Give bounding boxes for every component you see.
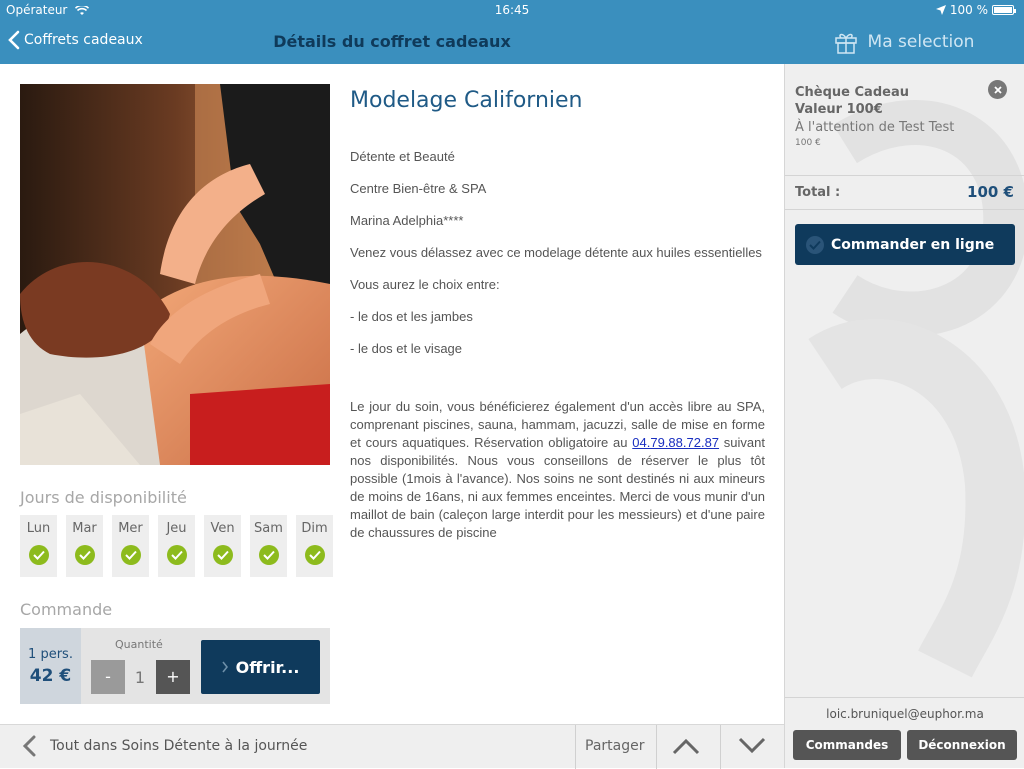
share-button[interactable]: Partager <box>585 738 644 754</box>
order-online-label: Commander en ligne <box>831 236 995 253</box>
check-icon <box>74 545 95 565</box>
orders-button[interactable]: Commandes <box>793 730 901 760</box>
day-label: Jeu <box>166 521 187 536</box>
category-back-button[interactable]: Tout dans Soins Détente à la journée <box>22 735 307 757</box>
bottom-toolbar: Tout dans Soins Détente à la journée Par… <box>0 724 784 769</box>
product-long-text: Le jour du soin, vous bénéficierez égale… <box>350 398 765 542</box>
price: 42 € <box>29 666 72 686</box>
product-category: Détente et Beauté <box>350 149 455 164</box>
selection-header: Ma selection <box>784 20 1024 64</box>
cart-item: Chèque Cadeau Valeur 100€ À l'attention … <box>795 80 1015 148</box>
day-wed: Mer <box>112 515 149 577</box>
divider <box>656 725 657 769</box>
long-text-part-2: suivant nos disponibilités. Nous vous co… <box>350 435 765 540</box>
chevron-down-icon <box>738 737 766 754</box>
order-box: 1 pers. 42 € Quantité - 1 + Offrir... <box>20 628 330 704</box>
offer-button[interactable]: Offrir... <box>201 640 320 694</box>
previous-button[interactable] <box>672 737 700 759</box>
check-icon <box>304 545 325 565</box>
price-box: 1 pers. 42 € <box>20 628 81 704</box>
day-sun: Dim <box>296 515 333 577</box>
location-arrow-icon <box>935 5 946 15</box>
divider <box>785 697 1024 698</box>
check-icon <box>28 545 49 565</box>
chevron-up-icon <box>672 738 700 755</box>
background-ribbon <box>808 100 1024 678</box>
cart-item-price: 100 € <box>795 138 821 148</box>
chevron-left-icon <box>22 735 36 757</box>
top-bar: Opérateur 16:45 100 % Coffrets cadeaux D… <box>0 0 1024 64</box>
clock: 16:45 <box>494 3 530 17</box>
day-fri: Ven <box>204 515 241 577</box>
day-tue: Mar <box>66 515 103 577</box>
logout-button[interactable]: Déconnexion <box>907 730 1017 760</box>
total-label: Total : <box>795 185 841 200</box>
chevron-right-icon <box>221 661 228 673</box>
massage-image <box>20 84 330 465</box>
divider <box>720 725 721 769</box>
check-icon <box>212 545 233 565</box>
total-value: 100 € <box>967 183 1014 201</box>
category-back-label: Tout dans Soins Détente à la journée <box>50 738 308 754</box>
order-label: Commande <box>20 600 113 619</box>
product-type: Centre Bien-être & SPA <box>350 181 487 196</box>
check-circle-icon <box>806 235 824 254</box>
remove-item-button[interactable] <box>988 80 1007 99</box>
day-sat: Sam <box>250 515 287 577</box>
check-icon <box>120 545 141 565</box>
cart-item-recipient: À l'attention de Test Test <box>795 120 955 135</box>
product-intro: Venez vous délassez avec ce modelage dét… <box>350 245 762 260</box>
user-email: loic.bruniquel@euphor.ma <box>826 707 984 721</box>
divider <box>785 175 1024 176</box>
day-mon: Lun <box>20 515 57 577</box>
persons: 1 pers. <box>28 647 73 662</box>
battery-status: 100 % <box>935 3 1016 17</box>
page-title: Détails du coffret cadeaux <box>273 32 511 51</box>
availability-label: Jours de disponibilité <box>20 488 187 507</box>
navigation-bar: Coffrets cadeaux Détails du coffret cade… <box>0 20 784 64</box>
order-online-button[interactable]: Commander en ligne <box>795 224 1015 265</box>
availability-days: Lun Mar Mer Jeu Ven Sam Dim <box>20 515 333 577</box>
day-label: Sam <box>254 521 283 536</box>
check-icon <box>166 545 187 565</box>
product-title: Modelage Californien <box>350 88 583 113</box>
quantity-minus-button[interactable]: - <box>91 660 125 694</box>
offer-button-label: Offrir... <box>235 657 300 677</box>
quantity-label: Quantité <box>115 638 163 651</box>
divider <box>785 209 1024 210</box>
selection-title: Ma selection <box>867 32 975 52</box>
battery-icon <box>992 5 1016 15</box>
phone-link[interactable]: 04.79.88.72.87 <box>632 435 719 450</box>
day-label: Dim <box>301 521 328 536</box>
quantity-value: 1 <box>134 668 146 687</box>
next-button[interactable] <box>738 737 766 759</box>
day-label: Ven <box>210 521 235 536</box>
product-place: Marina Adelphia**** <box>350 213 464 228</box>
product-photo <box>20 84 330 465</box>
product-description: Détente et Beauté Centre Bien-être & SPA… <box>350 148 765 556</box>
choice-intro: Vous aurez le choix entre: <box>350 277 500 292</box>
quantity-plus-button[interactable]: + <box>156 660 190 694</box>
battery-percent: 100 % <box>949 3 988 17</box>
gift-icon <box>834 33 857 54</box>
close-icon <box>993 85 1002 94</box>
day-thu: Jeu <box>158 515 195 577</box>
choice-2: - le dos et le visage <box>350 341 463 356</box>
status-bar: Opérateur 16:45 100 % <box>0 0 1024 20</box>
choice-1: - le dos et les jambes <box>350 309 473 324</box>
cart-item-name: Chèque Cadeau Valeur 100€ <box>795 85 909 117</box>
selection-panel: Chèque Cadeau Valeur 100€ À l'attention … <box>784 64 1024 768</box>
day-label: Mer <box>118 521 143 536</box>
day-label: Lun <box>26 521 51 536</box>
day-label: Mar <box>72 521 97 536</box>
divider <box>575 725 576 769</box>
check-icon <box>258 545 279 565</box>
